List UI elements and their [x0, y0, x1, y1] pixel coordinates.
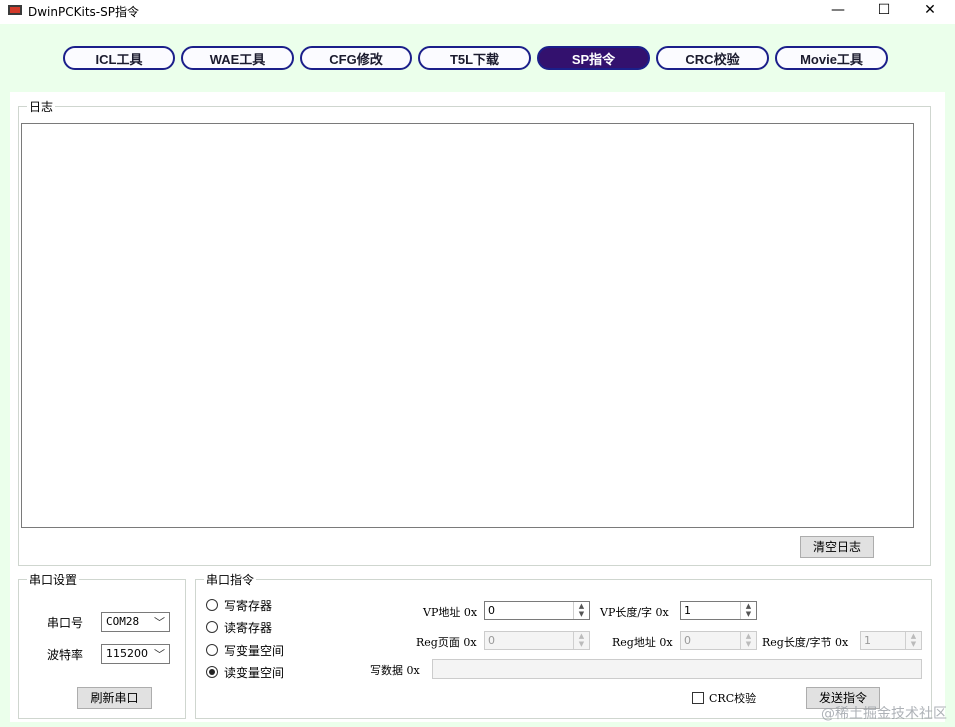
refresh-port-button[interactable]: 刷新串口 [77, 687, 152, 709]
up-arrow-icon[interactable]: ▲ [906, 632, 921, 640]
tab-t5l-download[interactable]: T5L下载 [418, 46, 531, 70]
radio-label: 读变量空间 [224, 666, 285, 680]
serial-command-group: 串口指令 写寄存器 读寄存器 写变量空间 读变量空间 VP地址 0x 0 ▲ ▼… [195, 571, 932, 719]
up-arrow-icon[interactable]: ▲ [741, 602, 756, 610]
crc-checkbox[interactable] [692, 692, 704, 704]
reg-address-input[interactable]: 0 ▲ ▼ [680, 631, 757, 650]
minimize-button[interactable]: — [815, 0, 861, 22]
vp-length-value: 1 [684, 604, 691, 617]
spin-buttons[interactable]: ▲ ▼ [905, 632, 921, 649]
chevron-down-icon: ﹀ [154, 648, 165, 661]
write-data-label: 写数据 0x [370, 664, 420, 677]
baud-label: 波特率 [47, 648, 84, 662]
down-arrow-icon[interactable]: ▼ [741, 640, 756, 648]
port-value: COM28 [106, 615, 140, 628]
down-arrow-icon[interactable]: ▼ [741, 610, 756, 618]
client-area: ICL工具 WAE工具 CFG修改 T5L下载 SP指令 CRC校验 Movie… [0, 24, 955, 727]
tab-icl-tool[interactable]: ICL工具 [63, 46, 175, 70]
reg-length-label: Reg长度/字节 0x [762, 636, 849, 649]
up-arrow-icon[interactable]: ▲ [574, 632, 589, 640]
down-arrow-icon[interactable]: ▼ [574, 610, 589, 618]
radio-button[interactable] [206, 621, 218, 633]
chevron-down-icon: ﹀ [154, 616, 165, 629]
radio-button[interactable] [206, 599, 218, 611]
log-textarea[interactable] [21, 123, 914, 528]
spin-buttons[interactable]: ▲ ▼ [740, 602, 756, 619]
write-data-input[interactable] [432, 659, 922, 679]
tab-wae-tool[interactable]: WAE工具 [181, 46, 294, 70]
window-title: DwinPCKits-SP指令 [28, 5, 139, 19]
baud-select[interactable]: 115200 ﹀ [101, 644, 170, 664]
vp-address-label: VP地址 0x [423, 606, 478, 619]
down-arrow-icon[interactable]: ▼ [574, 640, 589, 648]
up-arrow-icon[interactable]: ▲ [574, 602, 589, 610]
reg-address-value: 0 [684, 634, 691, 647]
log-group: 日志 清空日志 [18, 98, 931, 566]
port-select[interactable]: COM28 ﹀ [101, 612, 170, 632]
reg-page-value: 0 [488, 634, 495, 647]
radio-button[interactable] [206, 644, 218, 656]
watermark-text: @稀土掘金技术社区 [821, 706, 947, 722]
close-button[interactable]: ✕ [907, 0, 953, 22]
tab-cfg-edit[interactable]: CFG修改 [300, 46, 412, 70]
reg-length-value: 1 [864, 634, 871, 647]
spin-buttons[interactable]: ▲ ▼ [573, 602, 589, 619]
radio-label: 写变量空间 [224, 644, 285, 658]
app-logo-icon [8, 5, 22, 15]
serial-settings-legend: 串口设置 [27, 571, 80, 588]
baud-value: 115200 [106, 647, 148, 660]
reg-address-label: Reg地址 0x [612, 636, 673, 649]
serial-settings-group: 串口设置 串口号 COM28 ﹀ 波特率 115200 ﹀ 刷新串口 [18, 571, 186, 719]
radio-label: 读寄存器 [224, 621, 273, 635]
vp-length-input[interactable]: 1 ▲ ▼ [680, 601, 757, 620]
vp-address-value: 0 [488, 604, 495, 617]
crc-checkbox-label: CRC校验 [709, 692, 757, 705]
serial-command-legend: 串口指令 [204, 571, 257, 588]
clear-log-button[interactable]: 清空日志 [800, 536, 874, 558]
spin-buttons[interactable]: ▲ ▼ [740, 632, 756, 649]
maximize-button[interactable]: ☐ [861, 0, 907, 22]
reg-length-input[interactable]: 1 ▲ ▼ [860, 631, 922, 650]
up-arrow-icon[interactable]: ▲ [741, 632, 756, 640]
radio-label: 写寄存器 [224, 599, 273, 613]
main-panel: 日志 清空日志 串口设置 串口号 COM28 ﹀ 波特率 115200 ﹀ 刷新… [10, 92, 945, 722]
down-arrow-icon[interactable]: ▼ [906, 640, 921, 648]
radio-button-checked[interactable] [206, 666, 218, 678]
port-label: 串口号 [47, 616, 84, 630]
vp-address-input[interactable]: 0 ▲ ▼ [484, 601, 590, 620]
reg-page-label: Reg页面 0x [416, 636, 477, 649]
tab-movie-tool[interactable]: Movie工具 [775, 46, 888, 70]
tab-crc-check[interactable]: CRC校验 [656, 46, 769, 70]
log-legend: 日志 [27, 98, 56, 115]
spin-buttons[interactable]: ▲ ▼ [573, 632, 589, 649]
tab-sp-command[interactable]: SP指令 [537, 46, 650, 70]
vp-length-label: VP长度/字 0x [600, 606, 669, 619]
tab-bar: ICL工具 WAE工具 CFG修改 T5L下载 SP指令 CRC校验 Movie… [0, 46, 955, 76]
reg-page-input[interactable]: 0 ▲ ▼ [484, 631, 590, 650]
title-bar: DwinPCKits-SP指令 — ☐ ✕ [0, 0, 955, 24]
